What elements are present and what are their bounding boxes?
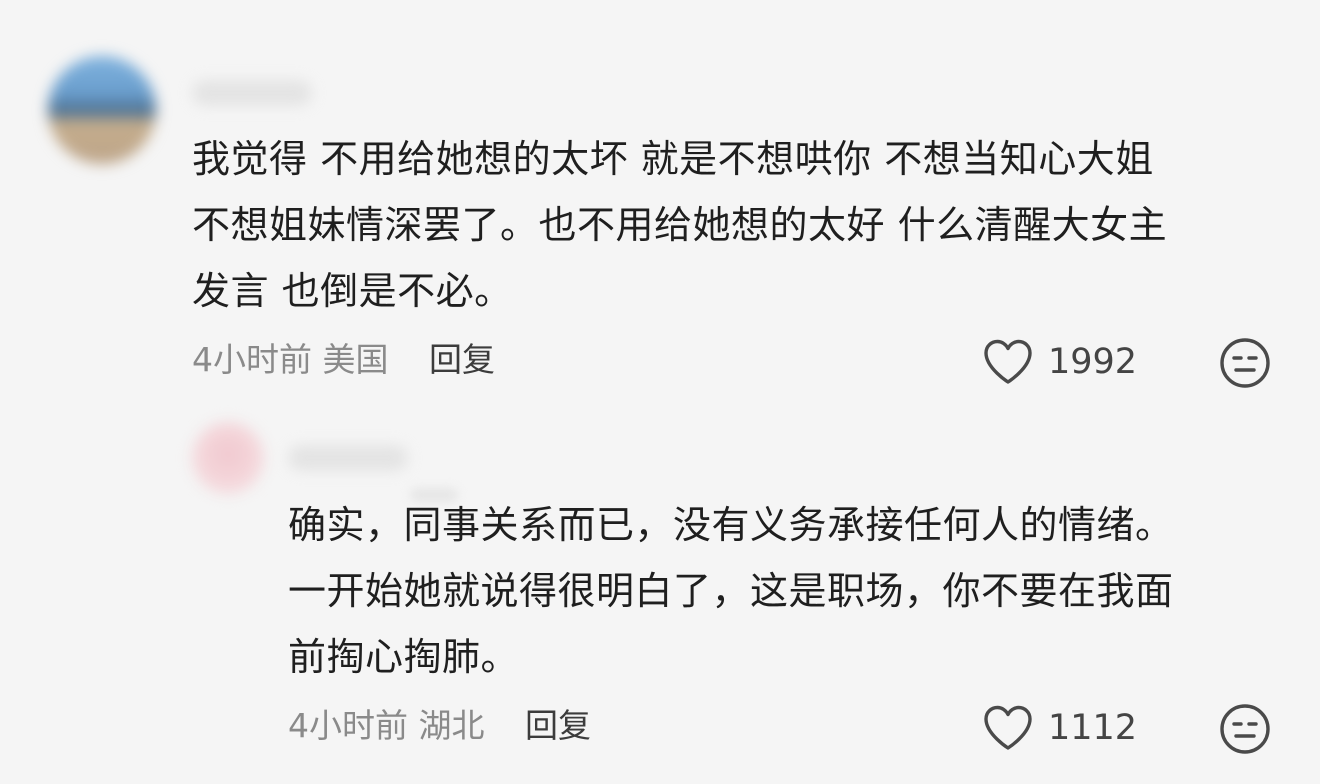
reply-commenter-avatar[interactable] (192, 422, 264, 494)
like-button[interactable]: 1112 (982, 704, 1137, 752)
reaction-button[interactable] (1219, 703, 1271, 755)
comment-location: 美国 (322, 340, 389, 379)
like-button[interactable]: 1992 (982, 338, 1137, 386)
reply-commenter-username-blurred[interactable] (288, 445, 408, 471)
comment-line: 我觉得 不用给她想的太坏 就是不想哄你 不想当知心大姐 (192, 137, 1154, 181)
comment-line: 发言 也倒是不必。 (192, 269, 513, 313)
commenter-username-blurred[interactable] (192, 80, 312, 106)
heart-outline-icon (984, 705, 1032, 750)
neutral-face-icon (1220, 338, 1270, 388)
comment-time: 4小时前 (192, 340, 312, 379)
comment-meta: 4小时前 美国 回复 (192, 340, 495, 380)
heart-outline-icon (984, 339, 1032, 384)
neutral-face-icon (1220, 704, 1270, 754)
reply-comment-meta: 4小时前 湖北 回复 (288, 706, 591, 746)
comment-time: 4小时前 (288, 706, 408, 745)
reaction-button[interactable] (1219, 337, 1271, 389)
comment-line: 不想姐妹情深罢了。也不用给她想的太好 什么清醒大女主 (192, 203, 1168, 247)
reply-button[interactable]: 回复 (525, 706, 591, 745)
reply-button[interactable]: 回复 (429, 340, 495, 379)
reply-comment-text: 确实，同事关系而已，没有义务承接任何人的情绪。 一开始她就说得很明白了，这是职场… (288, 492, 1174, 690)
like-count: 1992 (1048, 342, 1138, 382)
comment-line: 前掏心掏肺。 (288, 635, 520, 679)
comment-line: 确实，同事关系而已，没有义务承接任何人的情绪。 (288, 503, 1174, 547)
comment-location: 湖北 (418, 706, 485, 745)
comment-line: 一开始她就说得很明白了，这是职场，你不要在我面 (288, 569, 1174, 613)
comment-text: 我觉得 不用给她想的太坏 就是不想哄你 不想当知心大姐 不想姐妹情深罢了。也不用… (192, 126, 1167, 324)
like-count: 1112 (1048, 708, 1138, 748)
commenter-avatar[interactable] (48, 56, 156, 164)
